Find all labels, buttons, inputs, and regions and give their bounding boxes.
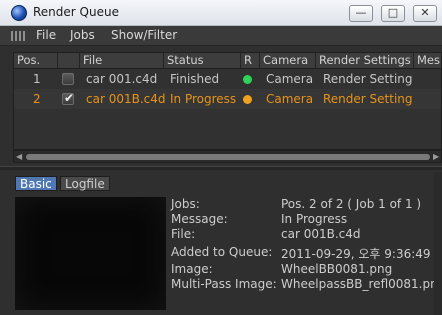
row-pos: 1 xyxy=(33,72,41,86)
column-check[interactable] xyxy=(58,53,80,69)
detail-value: car 001B.c4d xyxy=(281,227,361,241)
detail-label: Message: xyxy=(171,212,228,226)
detail-label: Added to Queue: xyxy=(171,245,273,259)
panel-splitter[interactable] xyxy=(0,166,442,170)
grip-icon[interactable] xyxy=(11,31,25,41)
menu-bar: File Jobs Show/Filter xyxy=(0,26,442,46)
column-pos[interactable]: Pos. xyxy=(14,53,58,69)
row-enable-checkbox[interactable] xyxy=(62,73,74,85)
column-message[interactable]: Mes xyxy=(414,53,441,69)
cinema4d-sphere-icon xyxy=(11,5,27,21)
title-bar: Render Queue — □ ✕ xyxy=(0,0,442,26)
window-title: Render Queue xyxy=(33,5,119,19)
checkmark-icon: ✔ xyxy=(63,91,75,105)
detail-value: WheelBB0081.png xyxy=(281,262,393,276)
row-pos: 2 xyxy=(33,92,41,106)
render-queue-table: Pos. File Status R Camera Render Setting… xyxy=(13,52,442,150)
column-status[interactable]: Status xyxy=(164,53,241,69)
scroll-left-icon[interactable]: ◀ xyxy=(16,151,22,162)
detail-value: In Progress xyxy=(281,212,348,226)
render-preview-image xyxy=(15,197,166,310)
tab-basic[interactable]: Basic xyxy=(15,176,57,191)
maximize-button[interactable]: □ xyxy=(381,5,405,22)
row-file: car 001.c4d xyxy=(86,72,158,86)
row-status: Finished xyxy=(170,72,220,86)
row-camera: Camera xyxy=(266,72,314,86)
table-header: Pos. File Status R Camera Render Setting… xyxy=(14,53,441,69)
vertical-scrollbar[interactable] xyxy=(434,172,442,315)
horizontal-scrollbar[interactable]: ◀ ▶ xyxy=(13,150,442,163)
detail-value: Pos. 2 of 2 ( Job 1 of 1 ) xyxy=(281,197,422,211)
menu-show-filter[interactable]: Show/Filter xyxy=(111,28,177,42)
column-file[interactable]: File xyxy=(80,53,164,69)
row-camera: Camera xyxy=(266,92,314,106)
detail-label: File: xyxy=(171,227,196,241)
menu-jobs[interactable]: Jobs xyxy=(70,28,95,42)
menu-file[interactable]: File xyxy=(36,28,56,42)
detail-label: Image: xyxy=(171,262,213,276)
row-render-settings: Render Setting xyxy=(323,92,413,106)
table-row[interactable]: 1 car 001.c4d Finished Camera Render Set… xyxy=(14,69,441,89)
status-dot-icon xyxy=(243,95,252,104)
detail-label: Jobs: xyxy=(171,197,200,211)
row-enable-checkbox[interactable]: ✔ xyxy=(62,91,75,105)
column-r[interactable]: R xyxy=(241,53,260,69)
detail-value: WheelpassBB_refl0081.png xyxy=(281,277,442,291)
row-render-settings: Render Setting xyxy=(323,72,413,86)
column-camera[interactable]: Camera xyxy=(260,53,316,69)
scrollbar-thumb[interactable] xyxy=(26,154,430,160)
tab-logfile[interactable]: Logfile xyxy=(60,176,110,191)
minimize-button[interactable]: — xyxy=(349,5,373,22)
column-render-settings[interactable]: Render Settings xyxy=(316,53,414,69)
table-row[interactable]: 2 ✔ car 001B.c4d In Progress Camera Rend… xyxy=(14,89,441,109)
status-dot-icon xyxy=(243,75,252,84)
row-status: In Progress xyxy=(170,92,237,106)
row-file: car 001B.c4d xyxy=(86,92,166,106)
detail-value: 2011-09-29, 오후 9:36:49 xyxy=(281,247,431,261)
detail-label: Multi-Pass Image: xyxy=(171,277,277,291)
scroll-right-icon[interactable]: ▶ xyxy=(433,151,439,162)
close-button[interactable]: ✕ xyxy=(413,5,437,22)
